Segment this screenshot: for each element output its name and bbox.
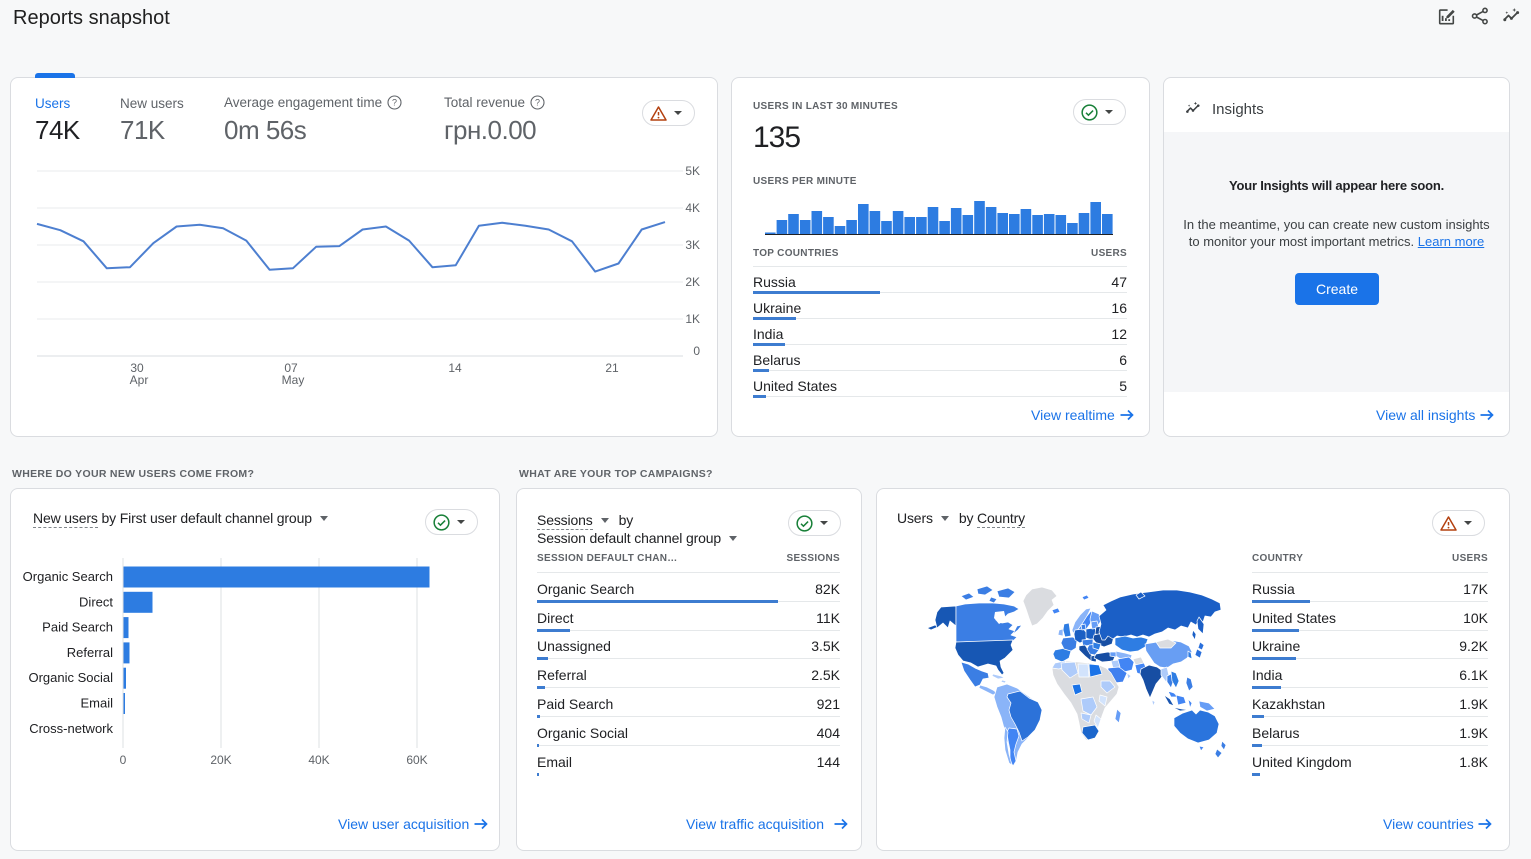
svg-text:Referral: Referral	[67, 645, 113, 660]
svg-text:Paid Search: Paid Search	[42, 620, 113, 635]
svg-text:0: 0	[693, 344, 700, 358]
svg-text:21: 21	[605, 361, 619, 375]
svg-text:May: May	[282, 373, 305, 387]
svg-text:Direct: Direct	[79, 594, 113, 609]
svg-text:Apr: Apr	[130, 373, 149, 387]
svg-text:2K: 2K	[685, 275, 700, 289]
svg-text:40K: 40K	[308, 753, 329, 767]
svg-text:60K: 60K	[406, 753, 427, 767]
svg-text:5K: 5K	[685, 164, 700, 178]
svg-text:Organic Search: Organic Search	[23, 569, 113, 584]
svg-text:1K: 1K	[685, 312, 700, 326]
svg-text:14: 14	[448, 361, 462, 375]
svg-text:Cross-network: Cross-network	[29, 721, 113, 736]
svg-text:4K: 4K	[685, 201, 700, 215]
svg-text:3K: 3K	[685, 238, 700, 252]
svg-text:0: 0	[120, 753, 127, 767]
svg-text:Organic Social: Organic Social	[28, 670, 113, 685]
svg-text:20K: 20K	[210, 753, 231, 767]
svg-text:Email: Email	[80, 696, 113, 711]
